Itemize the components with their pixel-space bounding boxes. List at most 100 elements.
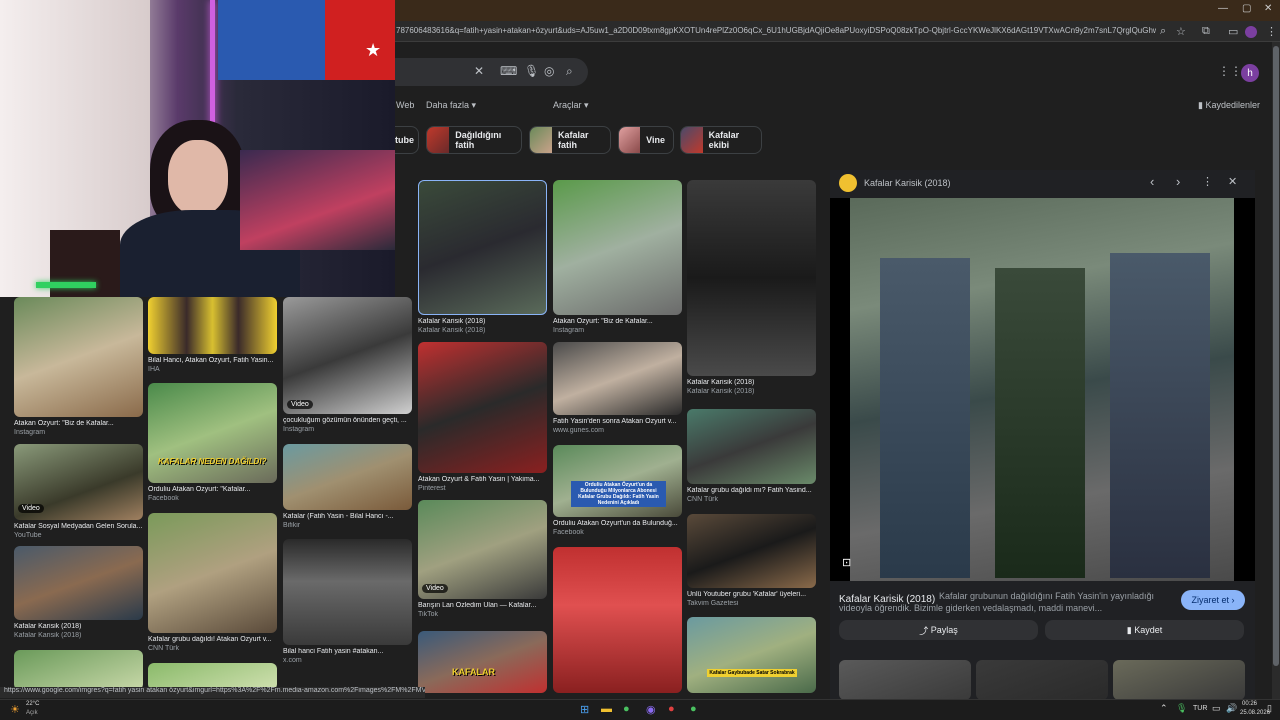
- result-thumbnail[interactable]: Video: [418, 500, 547, 599]
- result-title[interactable]: Fatih Yasin'den sonra Atakan Özyurt v...: [553, 418, 682, 425]
- image-result[interactable]: Kafalar Karisik (2018) Kafalar Karisik (…: [687, 180, 816, 395]
- image-result[interactable]: Bilal hanci Fatih yasin #atakan... x.com: [283, 539, 412, 664]
- tab-web[interactable]: Web: [396, 100, 414, 110]
- chip-tube[interactable]: tube: [395, 126, 419, 154]
- chip-vine[interactable]: Vine: [618, 126, 674, 154]
- volume-icon[interactable]: 🔊: [1226, 703, 1237, 714]
- cast-icon[interactable]: ▭: [1228, 25, 1238, 38]
- result-title[interactable]: Atakan Özyurt: "Biz de Kafalar...: [553, 318, 682, 325]
- result-title[interactable]: Atakan Özyurt: "Biz de Kafalar...: [14, 420, 143, 427]
- close-panel-icon[interactable]: ✕: [1228, 175, 1237, 188]
- result-thumbnail[interactable]: KAFALAR: [418, 631, 547, 693]
- file-explorer-icon[interactable]: ▬: [601, 703, 612, 715]
- image-result[interactable]: [148, 663, 277, 690]
- result-thumbnail[interactable]: [687, 514, 816, 588]
- menu-kebab-icon[interactable]: ⋮: [1266, 25, 1277, 38]
- result-title[interactable]: Bilal Hancı, Atakan Özyurt, Fatih Yasin.…: [148, 357, 277, 364]
- image-result[interactable]: Atakan Özyurt: "Biz de Kafalar... Instag…: [553, 180, 682, 334]
- image-result[interactable]: Bilal Hancı, Atakan Özyurt, Fatih Yasin.…: [148, 297, 277, 373]
- maximize-icon[interactable]: ▢: [1242, 3, 1251, 14]
- result-thumbnail[interactable]: [553, 342, 682, 415]
- save-button[interactable]: ▮ Kaydet: [1045, 620, 1244, 640]
- result-title[interactable]: Atakan Özyurt & Fatih Yasin | Yakima...: [418, 476, 547, 483]
- image-result[interactable]: Ünlü Youtuber grubu 'Kafalar' üyeleri...…: [687, 514, 816, 607]
- image-result[interactable]: Kafalar Karisik (2018) Kafalar Karisik (…: [14, 546, 143, 639]
- result-thumbnail[interactable]: [148, 297, 277, 354]
- result-thumbnail[interactable]: [283, 539, 412, 645]
- close-window-icon[interactable]: ✕: [1264, 3, 1272, 14]
- mic-icon[interactable]: 🎙: [524, 64, 539, 78]
- previous-icon[interactable]: ‹: [1150, 174, 1154, 189]
- result-thumbnail[interactable]: [14, 297, 143, 417]
- result-thumbnail[interactable]: [14, 650, 143, 690]
- image-result[interactable]: Video Kafalar Sosyal Medyadan Gelen Soru…: [14, 444, 143, 539]
- chip-kafalar-ekibi[interactable]: Kafalar ekibi: [680, 126, 762, 154]
- tray-chevron-icon[interactable]: ⌃: [1160, 703, 1168, 714]
- result-title[interactable]: Barışın Lan Özledim Ulan — Kafalar...: [418, 602, 547, 609]
- image-result[interactable]: Kafalar grubu dağıldı mı? Fatih Yasind..…: [687, 409, 816, 503]
- panel-source-title[interactable]: Kafalar Karisik (2018): [864, 178, 951, 188]
- result-title[interactable]: Orduliu Atakan Özyurt'un da Bulunduğ...: [553, 520, 682, 527]
- clock-date[interactable]: 25.08.2026: [1240, 710, 1270, 716]
- chip-dagildigini-fatih[interactable]: Dağıldığını fatih: [426, 126, 522, 154]
- extensions-icon[interactable]: ⧉: [1202, 25, 1210, 38]
- result-title[interactable]: Kafalar Karisik (2018): [14, 623, 143, 630]
- result-title[interactable]: Orduliu Atakan Özyurt: "Kafalar...: [148, 486, 277, 493]
- result-thumbnail[interactable]: [418, 180, 547, 315]
- result-thumbnail[interactable]: [553, 180, 682, 315]
- next-icon[interactable]: ›: [1176, 174, 1180, 189]
- result-thumbnail[interactable]: [283, 444, 412, 510]
- related-thumbnail[interactable]: [1113, 660, 1245, 700]
- image-result[interactable]: Atakan Özyurt: "Biz de Kafalar... Instag…: [14, 297, 143, 436]
- chrome-active-icon[interactable]: ●: [690, 703, 697, 715]
- weather-temp[interactable]: 22°C: [26, 701, 39, 707]
- mic-tray-icon[interactable]: 🎙: [1176, 703, 1187, 714]
- saved-link[interactable]: ▮ Kaydedilenler: [1198, 100, 1260, 111]
- keyboard-icon[interactable]: ⌨: [500, 64, 517, 78]
- minimize-icon[interactable]: —: [1218, 3, 1228, 14]
- visit-button[interactable]: Ziyaret et ›: [1181, 590, 1245, 610]
- result-thumbnail[interactable]: Kafalar Gaybubade Satar Sokrabrak: [687, 617, 816, 693]
- related-thumbnail[interactable]: [839, 660, 971, 700]
- language-indicator[interactable]: TUR: [1193, 705, 1207, 712]
- result-thumbnail[interactable]: [687, 180, 816, 376]
- clear-icon[interactable]: ✕: [474, 64, 484, 78]
- search-icon[interactable]: ⌕: [1160, 25, 1166, 38]
- chip-kafalar-fatih[interactable]: Kafalar fatih: [529, 126, 611, 154]
- result-title[interactable]: Kafalar Karisik (2018): [687, 379, 816, 386]
- tools-menu[interactable]: Araçlar ▾: [553, 100, 589, 111]
- clock-time[interactable]: 00:26: [1242, 701, 1257, 707]
- image-result[interactable]: KAFALAR NEDEN DAĞILDI? Orduliu Atakan Öz…: [148, 383, 277, 502]
- app-icon[interactable]: ●: [668, 703, 675, 715]
- scrollbar-thumb[interactable]: [1273, 46, 1279, 666]
- page-scrollbar[interactable]: [1272, 42, 1280, 699]
- image-result[interactable]: Fatih Yasin'den sonra Atakan Özyurt v...…: [553, 342, 682, 434]
- result-thumbnail[interactable]: KAFALAR NEDEN DAĞILDI?: [148, 383, 277, 483]
- tab-more[interactable]: Daha fazla ▾: [426, 100, 476, 111]
- notification-icon[interactable]: ▯: [1267, 703, 1272, 714]
- image-result[interactable]: Video çocukluğum gözümün önünden geçti, …: [283, 297, 412, 433]
- image-result[interactable]: Atakan Özyurt & Fatih Yasin | Yakima... …: [418, 342, 547, 492]
- weather-desc[interactable]: Açık: [26, 710, 38, 716]
- result-title[interactable]: Kafalar grubu dağıldı mı? Fatih Yasind..…: [687, 487, 816, 494]
- result-title[interactable]: Bilal hanci Fatih yasin #atakan...: [283, 648, 412, 655]
- image-result[interactable]: [553, 547, 682, 693]
- profile-icon[interactable]: [1245, 26, 1257, 38]
- result-thumbnail[interactable]: Video: [283, 297, 412, 414]
- lens-search-icon[interactable]: ⊡: [842, 556, 851, 569]
- result-title[interactable]: Kafalar grubu dağıldı! Atakan Özyurt v..…: [148, 636, 277, 643]
- bookmark-star-icon[interactable]: ☆: [1176, 25, 1186, 38]
- result-title[interactable]: Kafalar Sosyal Medyadan Gelen Sorula...: [14, 523, 143, 530]
- discord-icon[interactable]: ◉: [646, 703, 656, 716]
- network-icon[interactable]: ▭: [1212, 703, 1221, 714]
- result-title[interactable]: Ünlü Youtuber grubu 'Kafalar' üyeleri...: [687, 591, 816, 598]
- result-thumbnail[interactable]: [148, 663, 277, 690]
- result-thumbnail[interactable]: [553, 547, 682, 693]
- image-result[interactable]: Kafalar grubu dağıldı! Atakan Özyurt v..…: [148, 513, 277, 652]
- result-thumbnail[interactable]: Video: [14, 444, 143, 520]
- image-result[interactable]: Video Barışın Lan Özledim Ulan — Kafalar…: [418, 500, 547, 618]
- image-result[interactable]: Orduliu Atakan Özyurt'un da Bulunduğu Mi…: [553, 445, 682, 536]
- account-avatar[interactable]: h: [1241, 64, 1259, 82]
- lens-icon[interactable]: ◎: [544, 64, 554, 78]
- search-box[interactable]: ✕ ⌨ 🎙 ◎ ⌕: [380, 58, 588, 86]
